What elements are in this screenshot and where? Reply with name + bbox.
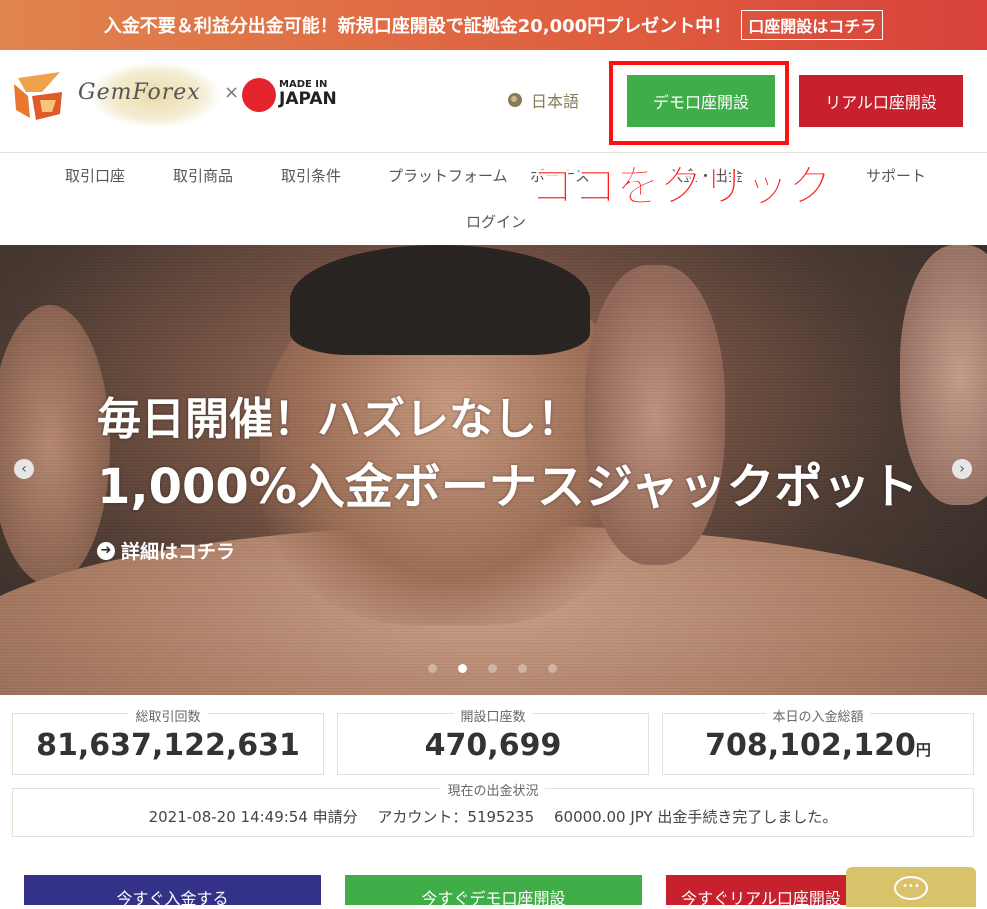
stat-deposit-value: 708,102,120 <box>705 728 916 763</box>
demo-now-button[interactable]: 今すぐデモ口座開設 <box>345 875 642 908</box>
withdrawal-status-text: 2021-08-20 14:49:54 申請分 アカウント：5195235 60… <box>148 808 838 826</box>
gemforex-logo[interactable]: GemForex × MADE IN JAPAN <box>12 62 342 128</box>
slider-next-button[interactable]: › <box>952 459 972 479</box>
nav-item-conditions[interactable]: 取引条件 <box>281 165 341 186</box>
stat-accounts-value: 470,699 <box>424 728 562 763</box>
nav-item-products[interactable]: 取引商品 <box>173 165 233 186</box>
demo-account-button[interactable]: デモ口座開設 <box>627 75 775 127</box>
stat-deposit-value-wrap: 708,102,120円 <box>663 728 973 763</box>
hero-headline-2: 1,000%入金ボーナスジャックポット <box>97 459 919 515</box>
hero-details-label: 詳細はコチラ <box>121 541 236 563</box>
chat-widget[interactable]: ••• <box>846 867 976 907</box>
click-here-annotation: ココをクリック <box>530 161 833 213</box>
stat-deposit: 本日の入金総額 708,102,120円 <box>662 710 974 775</box>
stat-deposit-unit: 円 <box>915 741 931 759</box>
nav-item-login[interactable]: ログイン <box>466 211 526 232</box>
nav-item-support[interactable]: サポート <box>866 165 926 186</box>
logo-wordmark: GemForex <box>78 80 201 105</box>
language-label: 日本語 <box>531 92 580 111</box>
nav-item-accounts[interactable]: 取引口座 <box>65 165 125 186</box>
promo-open-account-button[interactable]: 口座開設はコチラ <box>741 10 884 40</box>
slider-dot-active[interactable] <box>458 664 467 673</box>
real-now-button[interactable]: 今すぐリアル口座開設 <box>666 875 856 908</box>
chat-bubble-icon: ••• <box>894 876 928 900</box>
stat-accounts-label: 開設口座数 <box>454 710 532 725</box>
slider-dot[interactable] <box>488 664 497 673</box>
japan-flag-icon <box>242 78 276 112</box>
deposit-now-button[interactable]: 今すぐ入金する <box>24 875 321 908</box>
slider-dot[interactable] <box>428 664 437 673</box>
stat-total-trades-value: 81,637,122,631 <box>36 728 300 763</box>
stat-total-trades: 総取引回数 81,637,122,631 <box>12 710 324 775</box>
slider-dot[interactable] <box>548 664 557 673</box>
made-in-japan-badge: MADE IN JAPAN <box>279 79 337 108</box>
nav-item-platform[interactable]: プラットフォーム <box>388 165 508 186</box>
promo-banner[interactable]: 入金不要＆利益分出金可能！新規口座開設で証拠金20,000円プレゼント中！ 口座… <box>0 0 987 50</box>
logo-cross: × <box>224 82 240 103</box>
promo-text: 入金不要＆利益分出金可能！新規口座開設で証拠金20,000円プレゼント中！ <box>103 16 732 37</box>
language-selector[interactable]: 日本語 <box>508 88 579 112</box>
hero-headline-1: 毎日開催！ハズレなし！ <box>97 394 581 445</box>
stat-deposit-label: 本日の入金総額 <box>766 710 870 725</box>
slider-prev-button[interactable]: ‹ <box>14 459 34 479</box>
japan-text: JAPAN <box>279 89 337 109</box>
stat-accounts: 開設口座数 470,699 <box>337 710 649 775</box>
arrow-right-circle-icon: ➜ <box>97 541 115 560</box>
globe-icon <box>508 93 522 107</box>
gemforex-g-icon <box>14 72 62 120</box>
real-account-button[interactable]: リアル口座開設 <box>799 75 963 127</box>
slider-dot[interactable] <box>518 664 527 673</box>
slider-dots <box>428 664 578 673</box>
stat-total-trades-label: 総取引回数 <box>129 710 207 725</box>
withdrawal-status-label: 現在の出金状況 <box>441 784 545 799</box>
hero-details-link[interactable]: ➜ 詳細はコチラ <box>97 537 235 564</box>
withdrawal-status: 現在の出金状況 2021-08-20 14:49:54 申請分 アカウント：51… <box>12 784 974 837</box>
